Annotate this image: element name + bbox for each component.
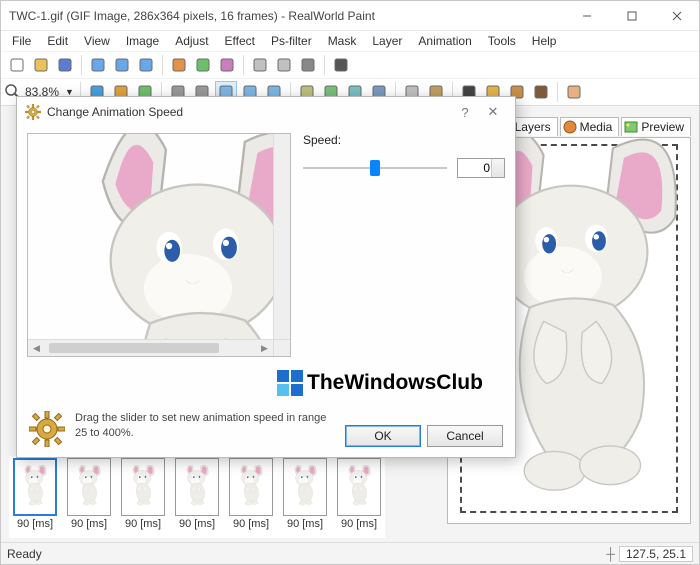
frame-1[interactable]: 90 [ms]: [65, 458, 113, 536]
open-button[interactable]: [30, 54, 52, 76]
dialog-help-button[interactable]: ?: [451, 101, 479, 123]
crosshair-icon: ┼: [606, 547, 615, 561]
redo2-button[interactable]: [135, 54, 157, 76]
dialog-preview-vscroll[interactable]: [273, 134, 290, 339]
media-icon: [563, 120, 577, 134]
preview-icon: [624, 120, 638, 134]
new-button[interactable]: [6, 54, 28, 76]
status-right: ┼ 127.5, 25.1: [606, 546, 693, 562]
speed-label: Speed:: [303, 133, 505, 147]
tab-media[interactable]: Media: [560, 117, 620, 136]
paste-icon: [171, 57, 187, 73]
dialog-titlebar[interactable]: Change Animation Speed ? ✕: [17, 97, 515, 127]
crop-icon: [300, 57, 316, 73]
dialog-gear-icon: [25, 104, 41, 120]
crop-button[interactable]: [297, 54, 319, 76]
frame-label: 90 [ms]: [179, 518, 215, 530]
dialog-preview-image: [28, 134, 275, 341]
close-button[interactable]: [654, 1, 699, 31]
menu-tools[interactable]: Tools: [481, 33, 523, 49]
save-button[interactable]: [54, 54, 76, 76]
brush-button[interactable]: [216, 54, 238, 76]
undo-dd-button[interactable]: [87, 54, 109, 76]
menu-file[interactable]: File: [5, 33, 38, 49]
menu-image[interactable]: Image: [119, 33, 166, 49]
hint-gear-icon: [29, 411, 65, 447]
maximize-button[interactable]: [609, 1, 654, 31]
help-arrow-icon: [333, 57, 349, 73]
tool-user-button[interactable]: [563, 81, 585, 103]
grid1-button[interactable]: [249, 54, 271, 76]
grid2-button[interactable]: [273, 54, 295, 76]
window-title: TWC-1.gif (GIF Image, 286x364 pixels, 16…: [9, 9, 564, 23]
menu-help[interactable]: Help: [525, 33, 564, 49]
menu-mask[interactable]: Mask: [321, 33, 364, 49]
save-icon: [57, 57, 73, 73]
open-icon: [33, 57, 49, 73]
dialog-title: Change Animation Speed: [47, 105, 183, 119]
copy-button[interactable]: [192, 54, 214, 76]
redo2-icon: [138, 57, 154, 73]
tab-preview[interactable]: Preview: [621, 117, 691, 136]
cancel-button[interactable]: Cancel: [427, 425, 503, 447]
menu-edit[interactable]: Edit: [40, 33, 75, 49]
menu-animation[interactable]: Animation: [411, 33, 478, 49]
change-animation-speed-dialog: Change Animation Speed ? ✕ ◀ ▶ Speed:: [16, 96, 516, 458]
dialog-hint: Drag the slider to set new animation spe…: [75, 411, 335, 441]
tool-brush2-button[interactable]: [530, 81, 552, 103]
frame-6[interactable]: 90 [ms]: [335, 458, 383, 536]
help-arrow-button[interactable]: [330, 54, 352, 76]
titlebar: TWC-1.gif (GIF Image, 286x364 pixels, 16…: [1, 1, 699, 31]
dialog-close-button[interactable]: ✕: [479, 101, 507, 123]
brush-icon: [219, 57, 235, 73]
user-icon: [566, 84, 582, 100]
menu-adjust[interactable]: Adjust: [168, 33, 215, 49]
scroll-left-icon[interactable]: ◀: [28, 340, 45, 356]
grid1-icon: [252, 57, 268, 73]
frame-5[interactable]: 90 [ms]: [281, 458, 329, 536]
dialog-preview-hscroll[interactable]: ◀ ▶: [28, 339, 273, 356]
animation-frames-strip: 90 [ms] 90 [ms] 90 [ms] 90 [ms] 90 [ms] 90 [m…: [9, 456, 385, 538]
menu-view[interactable]: View: [77, 33, 117, 49]
minimize-button[interactable]: [564, 1, 609, 31]
speed-slider[interactable]: [303, 157, 447, 179]
frame-label: 90 [ms]: [71, 518, 107, 530]
scroll-right-icon[interactable]: ▶: [256, 340, 273, 356]
redo-button[interactable]: [111, 54, 133, 76]
menu-layer[interactable]: Layer: [365, 33, 409, 49]
watermark-text: TheWindowsClub: [307, 371, 483, 395]
dialog-preview: ◀ ▶: [27, 133, 291, 357]
statusbar: Ready ┼ 127.5, 25.1: [1, 542, 699, 564]
watermark-logo-icon: [275, 368, 305, 398]
frame-label: 90 [ms]: [17, 518, 53, 530]
copy-icon: [195, 57, 211, 73]
ok-button[interactable]: OK: [345, 425, 421, 447]
watermark: TheWindowsClub: [275, 368, 483, 398]
paste-button[interactable]: [168, 54, 190, 76]
frame-label: 90 [ms]: [125, 518, 161, 530]
menu-effect[interactable]: Effect: [218, 33, 262, 49]
speed-value-input[interactable]: 0: [457, 158, 505, 178]
frame-4[interactable]: 90 [ms]: [227, 458, 275, 536]
undo-dd-icon: [90, 57, 106, 73]
status-text: Ready: [7, 547, 42, 561]
grid2-icon: [276, 57, 292, 73]
window-controls: [564, 1, 699, 31]
side-panel-tabs: Layers Media Preview: [495, 117, 691, 136]
frame-2[interactable]: 90 [ms]: [119, 458, 167, 536]
menubar: FileEditViewImageAdjustEffectPs-filterMa…: [1, 31, 699, 51]
frame-label: 90 [ms]: [341, 518, 377, 530]
cursor-coordinates: 127.5, 25.1: [619, 546, 693, 562]
menu-ps-filter[interactable]: Ps-filter: [264, 33, 319, 49]
frame-0[interactable]: 90 [ms]: [11, 458, 59, 536]
new-icon: [9, 57, 25, 73]
brush2-icon: [533, 84, 549, 100]
frame-label: 90 [ms]: [287, 518, 323, 530]
frame-label: 90 [ms]: [233, 518, 269, 530]
toolbar-main: [1, 51, 699, 78]
frame-3[interactable]: 90 [ms]: [173, 458, 221, 536]
redo-icon: [114, 57, 130, 73]
